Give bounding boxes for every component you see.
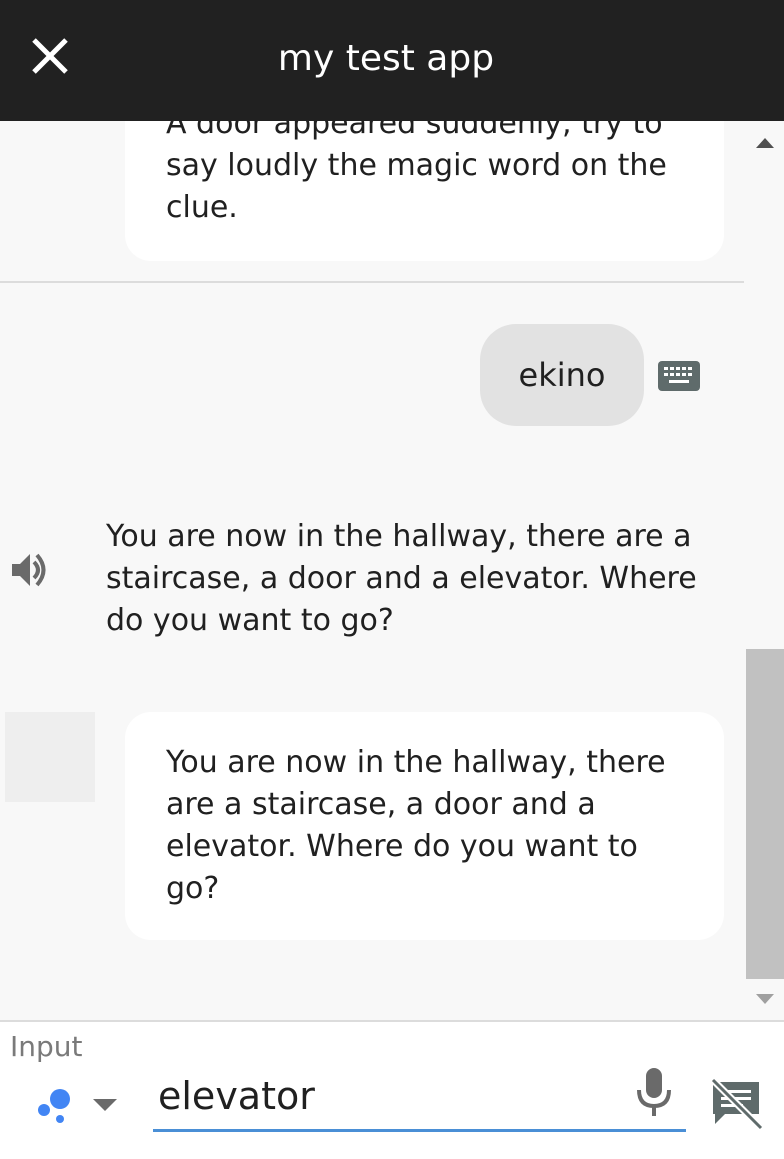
query-input-value[interactable]: elevator bbox=[158, 1074, 315, 1118]
microphone-icon[interactable] bbox=[634, 1066, 674, 1118]
app-header: my test app bbox=[0, 0, 784, 121]
scroll-up-arrow-icon[interactable] bbox=[755, 137, 775, 149]
scrollbar-thumb[interactable] bbox=[746, 649, 784, 979]
previous-response-text: A door appeared suddenly, try to say lou… bbox=[166, 121, 667, 225]
speech-response-text: You are now in the hallway, there are a … bbox=[106, 519, 697, 638]
card-image-placeholder bbox=[5, 712, 95, 802]
conversation-panel[interactable]: A door appeared suddenly, try to say lou… bbox=[0, 121, 744, 1020]
scroll-down-arrow-icon[interactable] bbox=[755, 993, 775, 1005]
no-display-icon[interactable] bbox=[709, 1076, 763, 1130]
query-input[interactable]: elevator bbox=[153, 1070, 686, 1132]
google-assistant-icon[interactable] bbox=[36, 1086, 76, 1126]
previous-response-card: A door appeared suddenly, try to say lou… bbox=[125, 121, 724, 261]
keyboard-icon bbox=[658, 361, 700, 391]
speaker-icon[interactable] bbox=[10, 550, 48, 590]
app-title: my test app bbox=[277, 38, 495, 79]
user-message-bubble: ekino bbox=[480, 324, 644, 426]
input-bar: Input elevator bbox=[0, 1020, 784, 1159]
input-label: Input bbox=[10, 1030, 83, 1063]
display-response-card: You are now in the hallway, there are a … bbox=[125, 712, 724, 940]
vertical-scrollbar[interactable] bbox=[744, 121, 784, 1020]
display-response-text: You are now in the hallway, there are a … bbox=[166, 745, 666, 906]
chevron-down-icon[interactable] bbox=[92, 1098, 118, 1112]
turn-divider bbox=[0, 281, 744, 283]
